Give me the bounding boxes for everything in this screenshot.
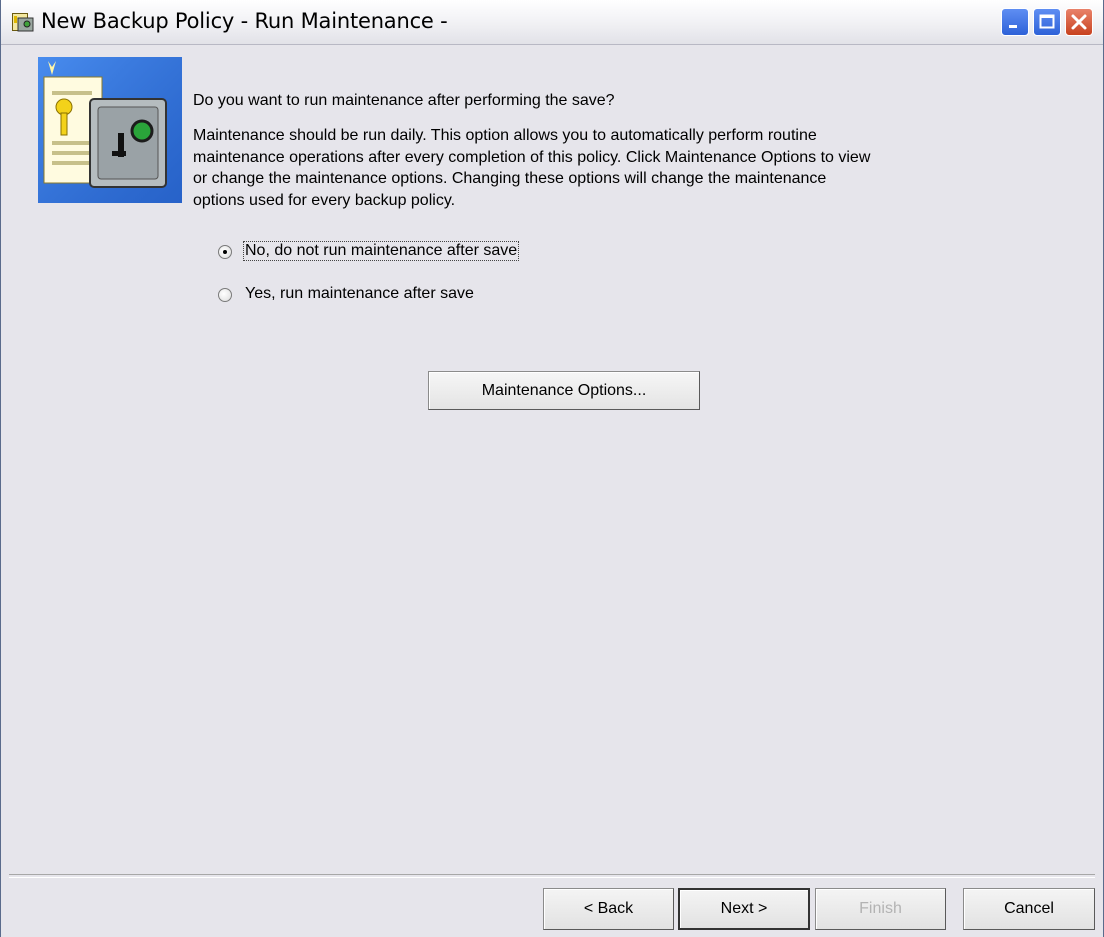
finish-button[interactable]: Finish xyxy=(815,888,946,930)
question-text: Do you want to run maintenance after per… xyxy=(193,92,615,109)
wizard-window: New Backup Policy - Run Maintenance - Do… xyxy=(0,0,1104,937)
radio-button-selected[interactable] xyxy=(218,245,232,259)
close-button[interactable] xyxy=(1065,8,1093,36)
minimize-button[interactable] xyxy=(1001,8,1029,36)
app-icon xyxy=(12,13,34,32)
window-title: New Backup Policy - Run Maintenance - xyxy=(41,9,448,33)
maximize-icon xyxy=(1039,14,1055,29)
description-line: maintenance operations after every compl… xyxy=(193,148,871,166)
radio-button[interactable] xyxy=(218,288,232,302)
no-maintenance-label[interactable]: No, do not run maintenance after save xyxy=(242,241,520,261)
next-button[interactable]: Next > xyxy=(678,888,810,930)
radio-dot xyxy=(223,250,227,254)
yes-maintenance-label[interactable]: Yes, run maintenance after save xyxy=(244,285,475,303)
description-line: or change the maintenance options. Chang… xyxy=(193,170,827,187)
minimize-icon xyxy=(1009,25,1017,28)
title-bar[interactable]: New Backup Policy - Run Maintenance - xyxy=(1,0,1103,45)
safe-document-icon xyxy=(38,57,182,203)
description-text: Maintenance should be run daily. This op… xyxy=(193,125,1093,211)
description-line: Maintenance should be run daily. This op… xyxy=(193,127,817,144)
cancel-button[interactable]: Cancel xyxy=(963,888,1095,930)
maintenance-options-button[interactable]: Maintenance Options... xyxy=(428,371,700,410)
back-button[interactable]: < Back xyxy=(543,888,674,930)
maximize-button[interactable] xyxy=(1033,8,1061,36)
close-icon xyxy=(1071,14,1087,30)
footer-separator xyxy=(9,874,1095,878)
description-line: options used for every backup policy. xyxy=(193,191,456,209)
